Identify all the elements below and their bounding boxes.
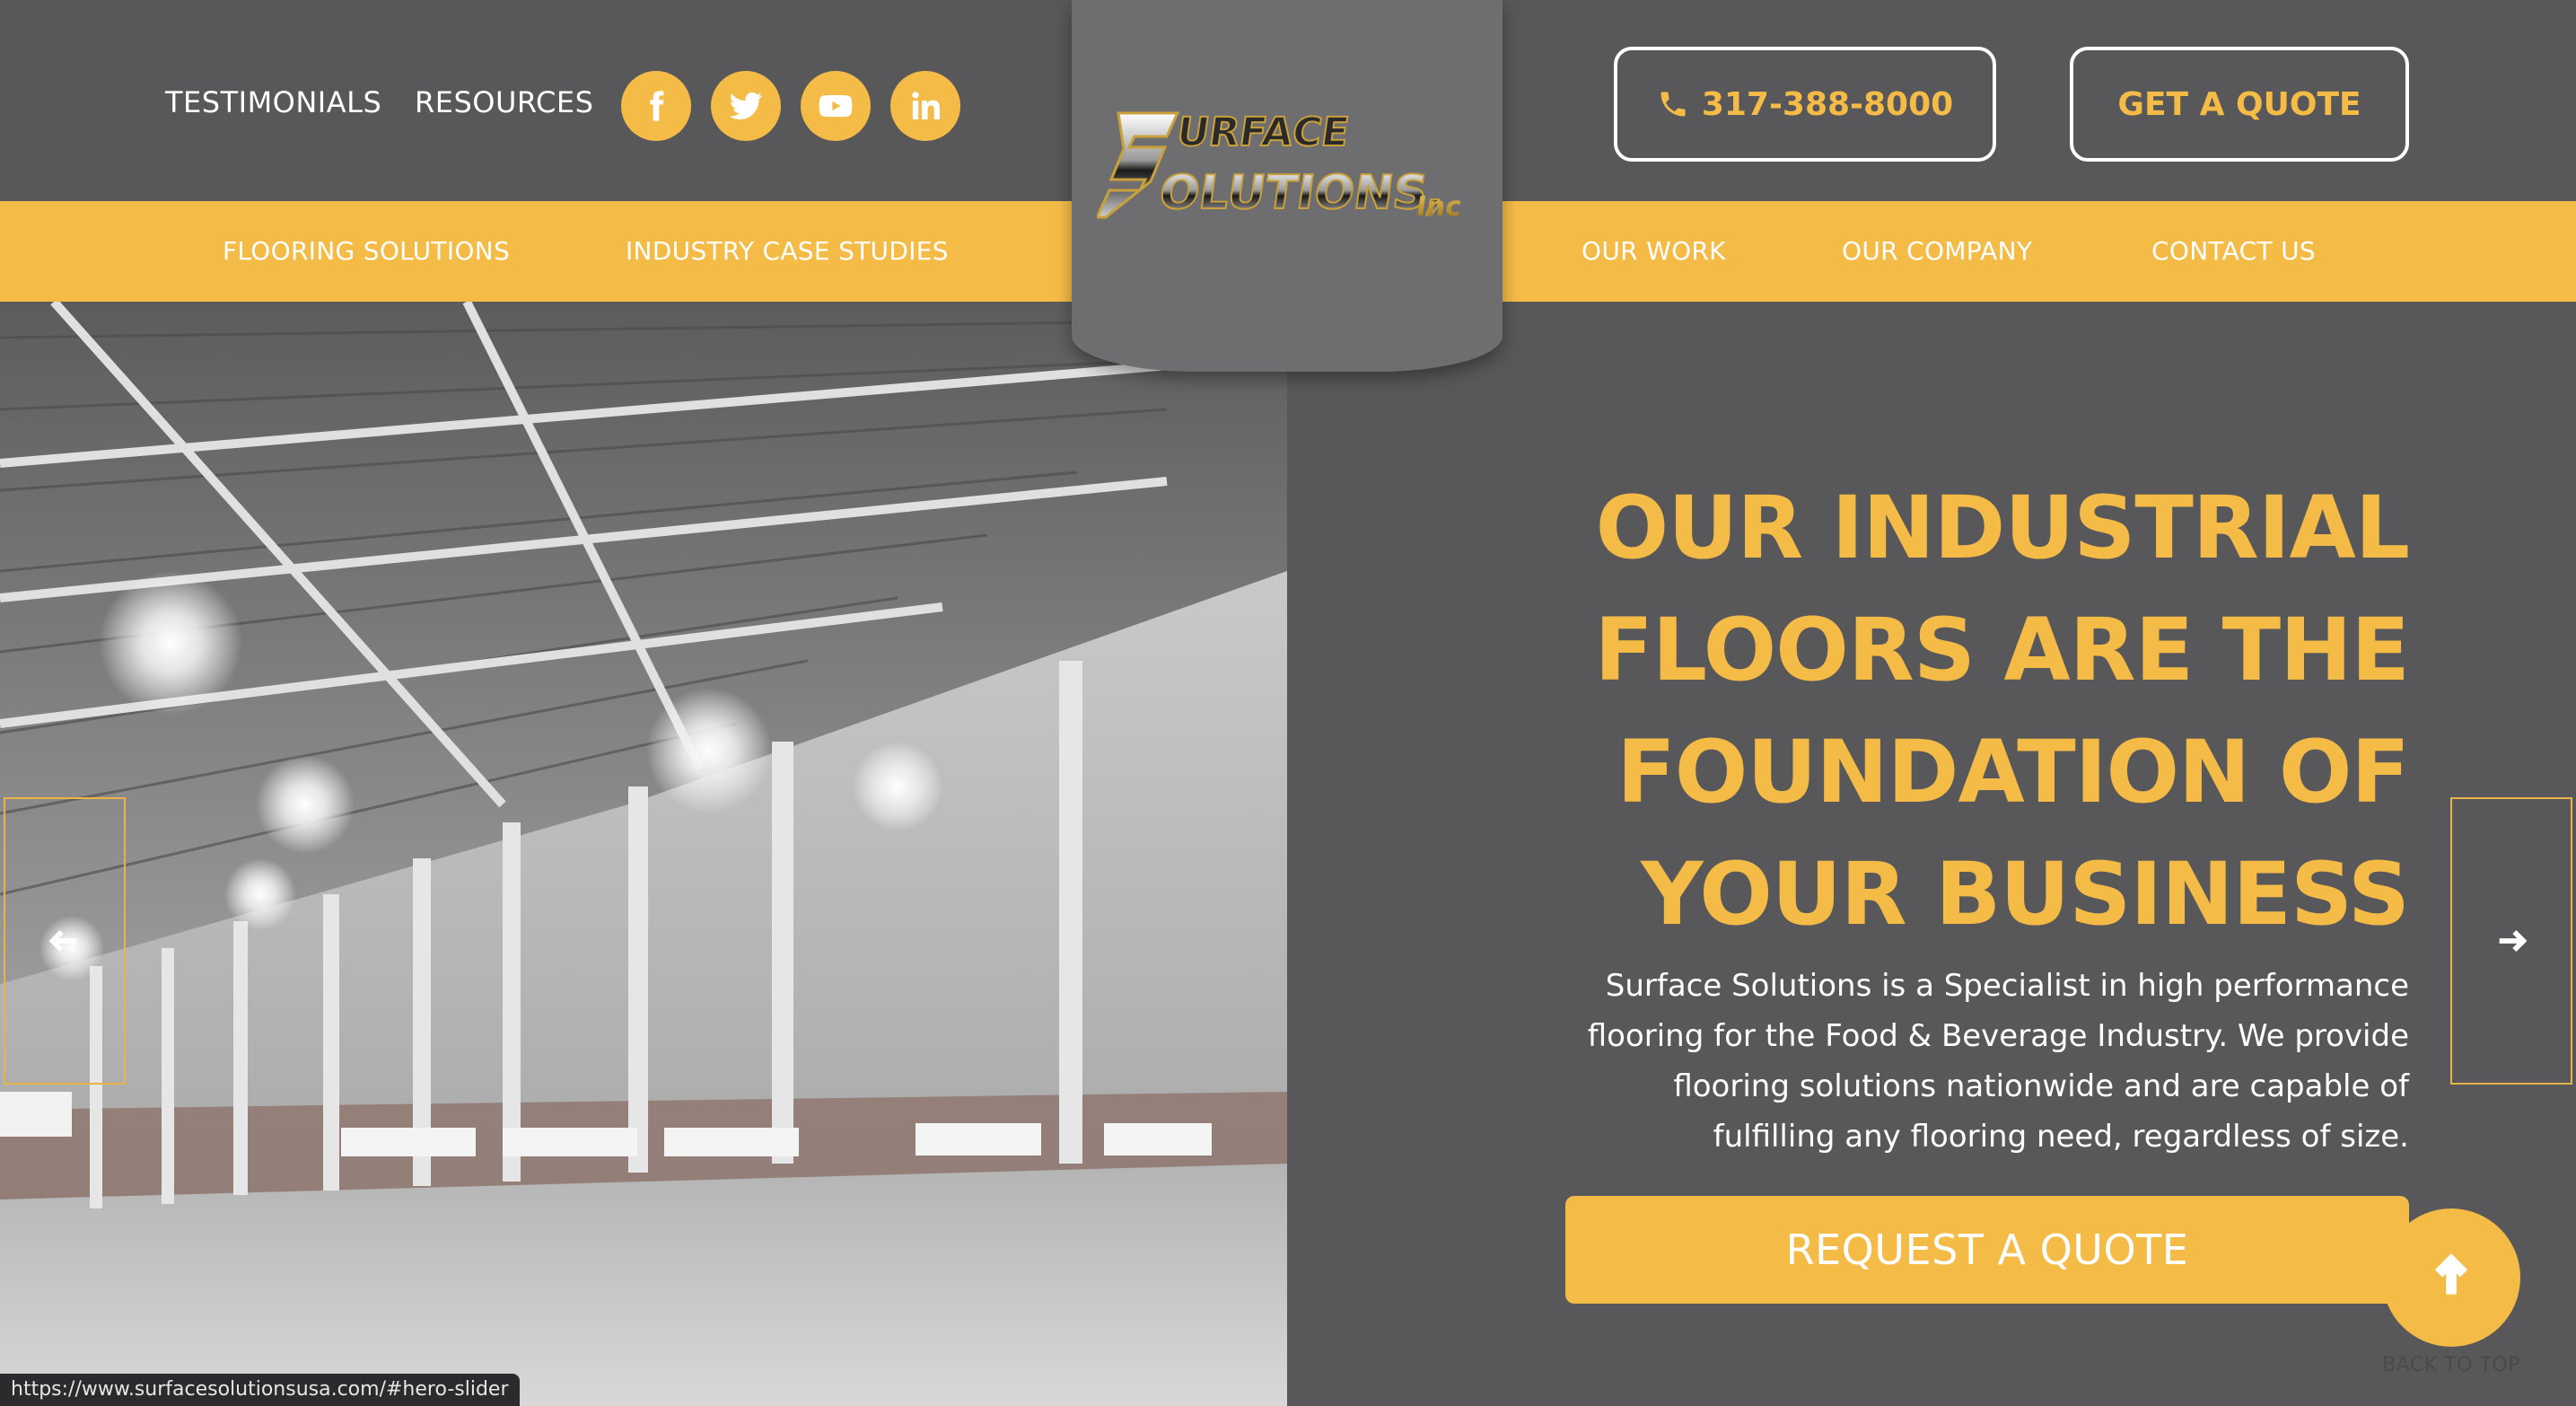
request-quote-button[interactable]: REQUEST A QUOTE (1565, 1196, 2409, 1304)
hero-text-line: flooring solutions nationwide and are ca… (1673, 1068, 2409, 1104)
hero-image (0, 302, 1287, 1406)
youtube-icon[interactable] (801, 71, 871, 141)
testimonials-link[interactable]: TESTIMONIALS (165, 83, 381, 122)
status-bar-url: https://www.surfacesolutionsusa.com/#her… (0, 1374, 520, 1406)
hero-title-line: OUR INDUSTRIAL (1595, 478, 2410, 578)
resources-link[interactable]: RESOURCES (415, 83, 593, 122)
hero-text-line: Surface Solutions is a Specialist in hig… (1605, 968, 2409, 1004)
back-to-top-label: BACK TO TOP (2382, 1354, 2520, 1376)
hero-description: Surface Solutions is a Specialist in hig… (1547, 961, 2409, 1162)
slider-next-button[interactable] (2450, 797, 2572, 1085)
logo-line2: OLUTIONS, (1156, 166, 1449, 220)
nav-flooring-solutions[interactable]: FLOORING SOLUTIONS (223, 232, 510, 271)
phone-number: 317-388-8000 (1701, 85, 1954, 123)
logo-suffix: Inc (1414, 191, 1463, 223)
nav-industry-case-studies[interactable]: INDUSTRY CASE STUDIES (626, 232, 949, 271)
hero-text-line: fulfilling any flooring need, regardless… (1713, 1119, 2409, 1155)
back-to-top-button[interactable] (2382, 1208, 2520, 1347)
nav-our-company[interactable]: OUR COMPANY (1842, 232, 2032, 271)
phone-icon (1660, 92, 1686, 117)
arrow-up-icon (2434, 1253, 2468, 1295)
hero-title-line: FLOORS ARE THE (1594, 600, 2410, 700)
arrow-left-icon (48, 929, 77, 953)
facebook-icon[interactable] (621, 71, 691, 141)
slider-prev-button[interactable] (4, 797, 126, 1085)
get-a-quote-button[interactable]: GET A QUOTE (2070, 47, 2409, 162)
hero-title-line: YOUR BUSINESS (1641, 844, 2410, 945)
company-logo[interactable]: URFACE OLUTIONS, Inc (1094, 104, 1477, 226)
hero-title-line: FOUNDATION OF (1617, 722, 2410, 822)
phone-button[interactable]: 317-388-8000 (1614, 47, 1996, 162)
nav-our-work[interactable]: OUR WORK (1582, 232, 1726, 271)
linkedin-icon[interactable] (890, 71, 960, 141)
hero-text-line: flooring for the Food & Beverage Industr… (1587, 1018, 2409, 1054)
nav-contact-us[interactable]: CONTACT US (2151, 232, 2316, 271)
twitter-icon[interactable] (711, 71, 781, 141)
logo-line1: URFACE (1174, 110, 1352, 155)
arrow-right-icon (2499, 929, 2528, 953)
hero-title: OUR INDUSTRIAL FLOORS ARE THE FOUNDATION… (1511, 467, 2410, 955)
